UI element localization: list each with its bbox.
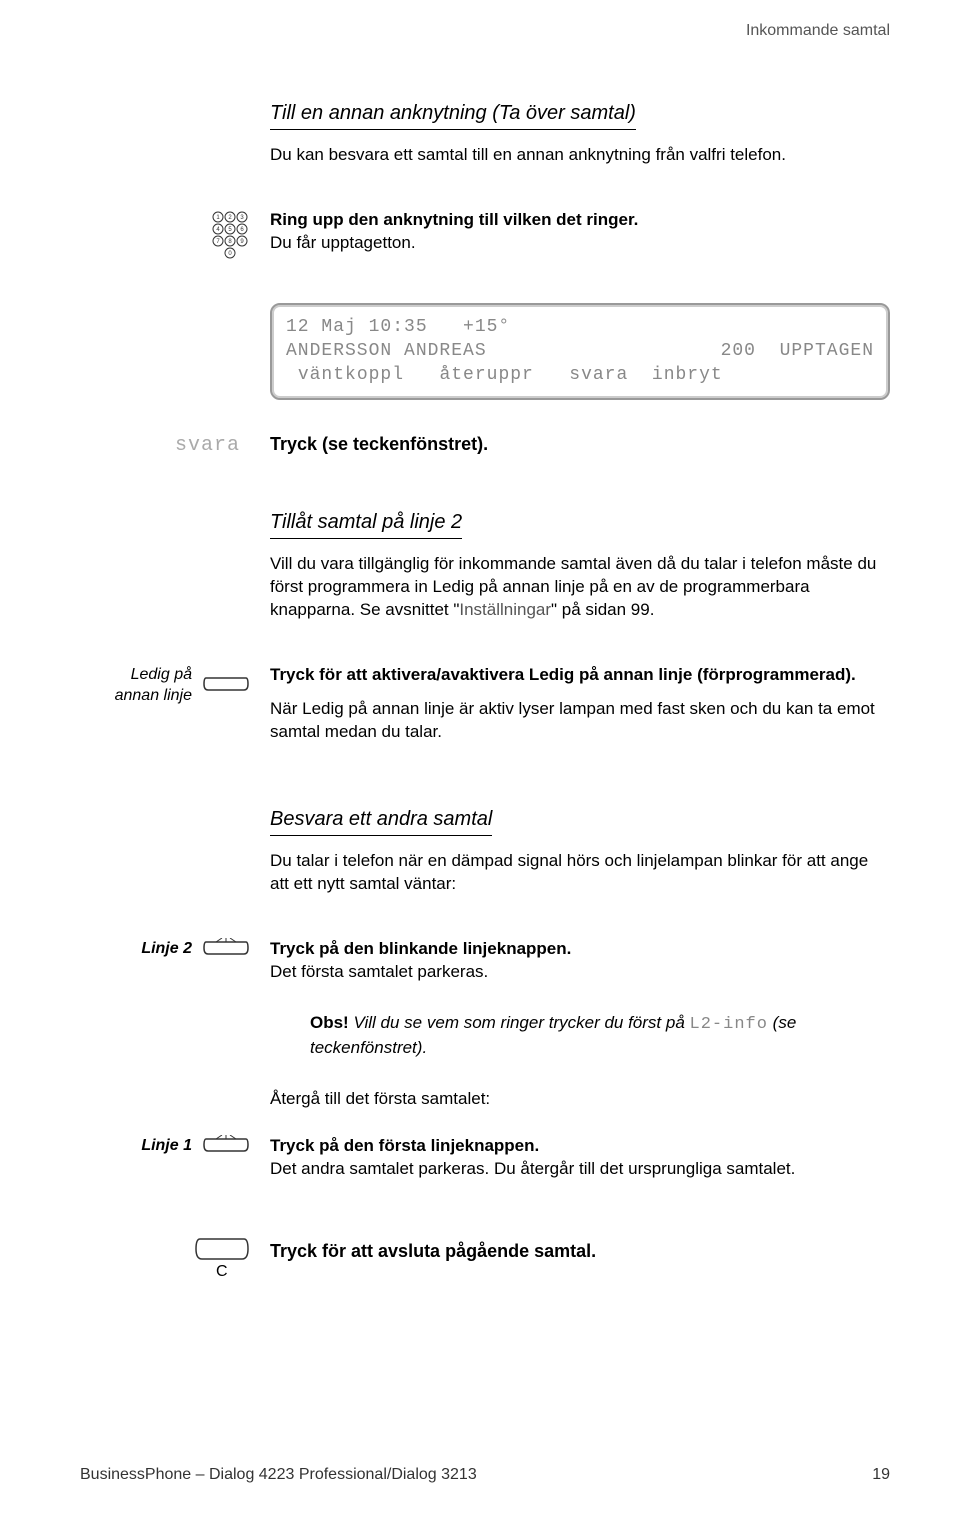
svg-text:4: 4 <box>216 227 220 233</box>
page-footer: BusinessPhone – Dialog 4223 Professional… <box>80 1464 890 1486</box>
display-temp: +15° <box>463 315 510 339</box>
phone-display: 12 Maj 10:35 +15° ANDERSSON ANDREAS 200 … <box>270 303 890 400</box>
section-second-call: Besvara ett andra samtal Du talar i tele… <box>80 806 890 908</box>
ring-bold: Ring upp den anknytning till vilken det … <box>270 210 638 229</box>
svg-text:0: 0 <box>228 251 232 257</box>
svg-text:8: 8 <box>228 239 232 245</box>
svg-text:6: 6 <box>240 227 244 233</box>
line-button-blinking-icon <box>202 938 250 960</box>
display-datetime: 12 Maj 10:35 <box>286 315 428 339</box>
settings-link[interactable]: Inställningar <box>459 600 551 619</box>
clear-button-label: C <box>216 1261 228 1283</box>
linje2-text: Tryck på den blinkande linjeknappen. Det… <box>270 938 890 984</box>
row-display: 12 Maj 10:35 +15° ANDERSSON ANDREAS 200 … <box>80 297 890 422</box>
second-call-intro: Du talar i telefon när en dämpad signal … <box>270 850 890 896</box>
svg-text:2: 2 <box>228 215 232 221</box>
footer-product: BusinessPhone – Dialog 4223 Professional… <box>80 1464 477 1486</box>
svg-text:5: 5 <box>228 227 232 233</box>
section-allow-line2: Tillåt samtal på linje 2 Vill du vara ti… <box>80 509 890 634</box>
row-ring-extension: 1 2 3 4 5 6 7 8 9 0 Ring upp den anknytning ti… <box>80 209 890 267</box>
ledig-bold: Tryck för att aktivera/avaktivera Ledig … <box>270 664 890 687</box>
heading-second-call: Besvara ett andra samtal <box>270 806 492 836</box>
prog-button-icon <box>202 674 250 696</box>
softkey-svara: svara <box>569 363 628 387</box>
back-text: Återgå till det första samtalet: <box>270 1088 890 1111</box>
takeover-intro: Du kan besvara ett samtal till en annan … <box>270 144 890 167</box>
page-number: 19 <box>872 1464 890 1486</box>
softkey-label-svara: svara <box>80 432 250 459</box>
obs-code: L2-info <box>690 1015 768 1034</box>
keypad-icon: 1 2 3 4 5 6 7 8 9 0 <box>210 209 250 259</box>
softkey-inbryt: inbryt <box>652 363 723 387</box>
heading-takeover: Till en annan anknytning (Ta över samtal… <box>270 100 636 130</box>
linje1-bold: Tryck på den första linjeknappen. <box>270 1136 539 1155</box>
page-content: Till en annan anknytning (Ta över samtal… <box>80 100 890 1297</box>
row-linje2: Linje 2 Tryck på den blinkande linjeknap… <box>80 938 890 996</box>
allow-p1b: " på sidan 99. <box>551 600 654 619</box>
ledig-label-1: Ledig på <box>131 666 192 683</box>
section-takeover: Till en annan anknytning (Ta över samtal… <box>80 100 890 179</box>
line-button-blinking-icon <box>202 1135 250 1157</box>
heading-allow-line2: Tillåt samtal på linje 2 <box>270 509 462 539</box>
softkey-ateruppr: återuppr <box>428 363 534 387</box>
display-status: UPPTAGEN <box>780 339 874 363</box>
row-svara: svara Tryck (se teckenfönstret). <box>80 432 890 459</box>
row-obs: Obs! Vill du se vem som ringer trycker d… <box>80 1012 890 1072</box>
linje2-label: Linje 2 <box>141 938 192 960</box>
linje1-label: Linje 1 <box>141 1135 192 1157</box>
ledig-after: När Ledig på annan linje är aktiv lyser … <box>270 698 890 744</box>
obs-note: Obs! Vill du se vem som ringer trycker d… <box>270 1012 890 1060</box>
clear-instruction: Tryck för att avsluta pågående samtal. <box>270 1239 890 1263</box>
allow-line2-intro: Vill du vara tillgänglig för inkommande … <box>270 553 890 622</box>
row-clear: C Tryck för att avsluta pågående samtal. <box>80 1233 890 1267</box>
linje1-text: Tryck på den första linjeknappen. Det an… <box>270 1135 890 1181</box>
svg-text:1: 1 <box>216 215 220 221</box>
ledig-label-2: annan linje <box>115 687 192 704</box>
ledig-label: Ledig på annan linje <box>115 664 192 707</box>
row-back: Återgå till det första samtalet: <box>80 1088 890 1123</box>
row-linje1: Linje 1 Tryck på den första linjeknappen… <box>80 1135 890 1193</box>
linje1-after: Det andra samtalet parkeras. Du återgår … <box>270 1159 795 1178</box>
ring-instruction: Ring upp den anknytning till vilken det … <box>270 209 890 255</box>
svg-text:9: 9 <box>240 239 244 245</box>
linje2-bold: Tryck på den blinkande linjeknappen. <box>270 939 571 958</box>
display-caller: ANDERSSON ANDREAS <box>286 339 487 363</box>
svg-text:7: 7 <box>216 239 220 245</box>
softkey-vantkoppl: väntkoppl <box>298 363 404 387</box>
obs-text-a: Vill du se vem som ringer trycker du för… <box>353 1013 689 1032</box>
ring-after: Du får upptagetton. <box>270 233 416 252</box>
page-header-section: Inkommande samtal <box>746 20 890 42</box>
row-ledig: Ledig på annan linje Tryck för att aktiv… <box>80 664 890 757</box>
obs-prefix: Obs! <box>310 1013 349 1032</box>
linje2-after: Det första samtalet parkeras. <box>270 962 488 981</box>
svara-instruction: Tryck (se teckenfönstret). <box>270 432 890 456</box>
display-ext: 200 <box>721 339 756 363</box>
svg-text:3: 3 <box>240 215 244 221</box>
